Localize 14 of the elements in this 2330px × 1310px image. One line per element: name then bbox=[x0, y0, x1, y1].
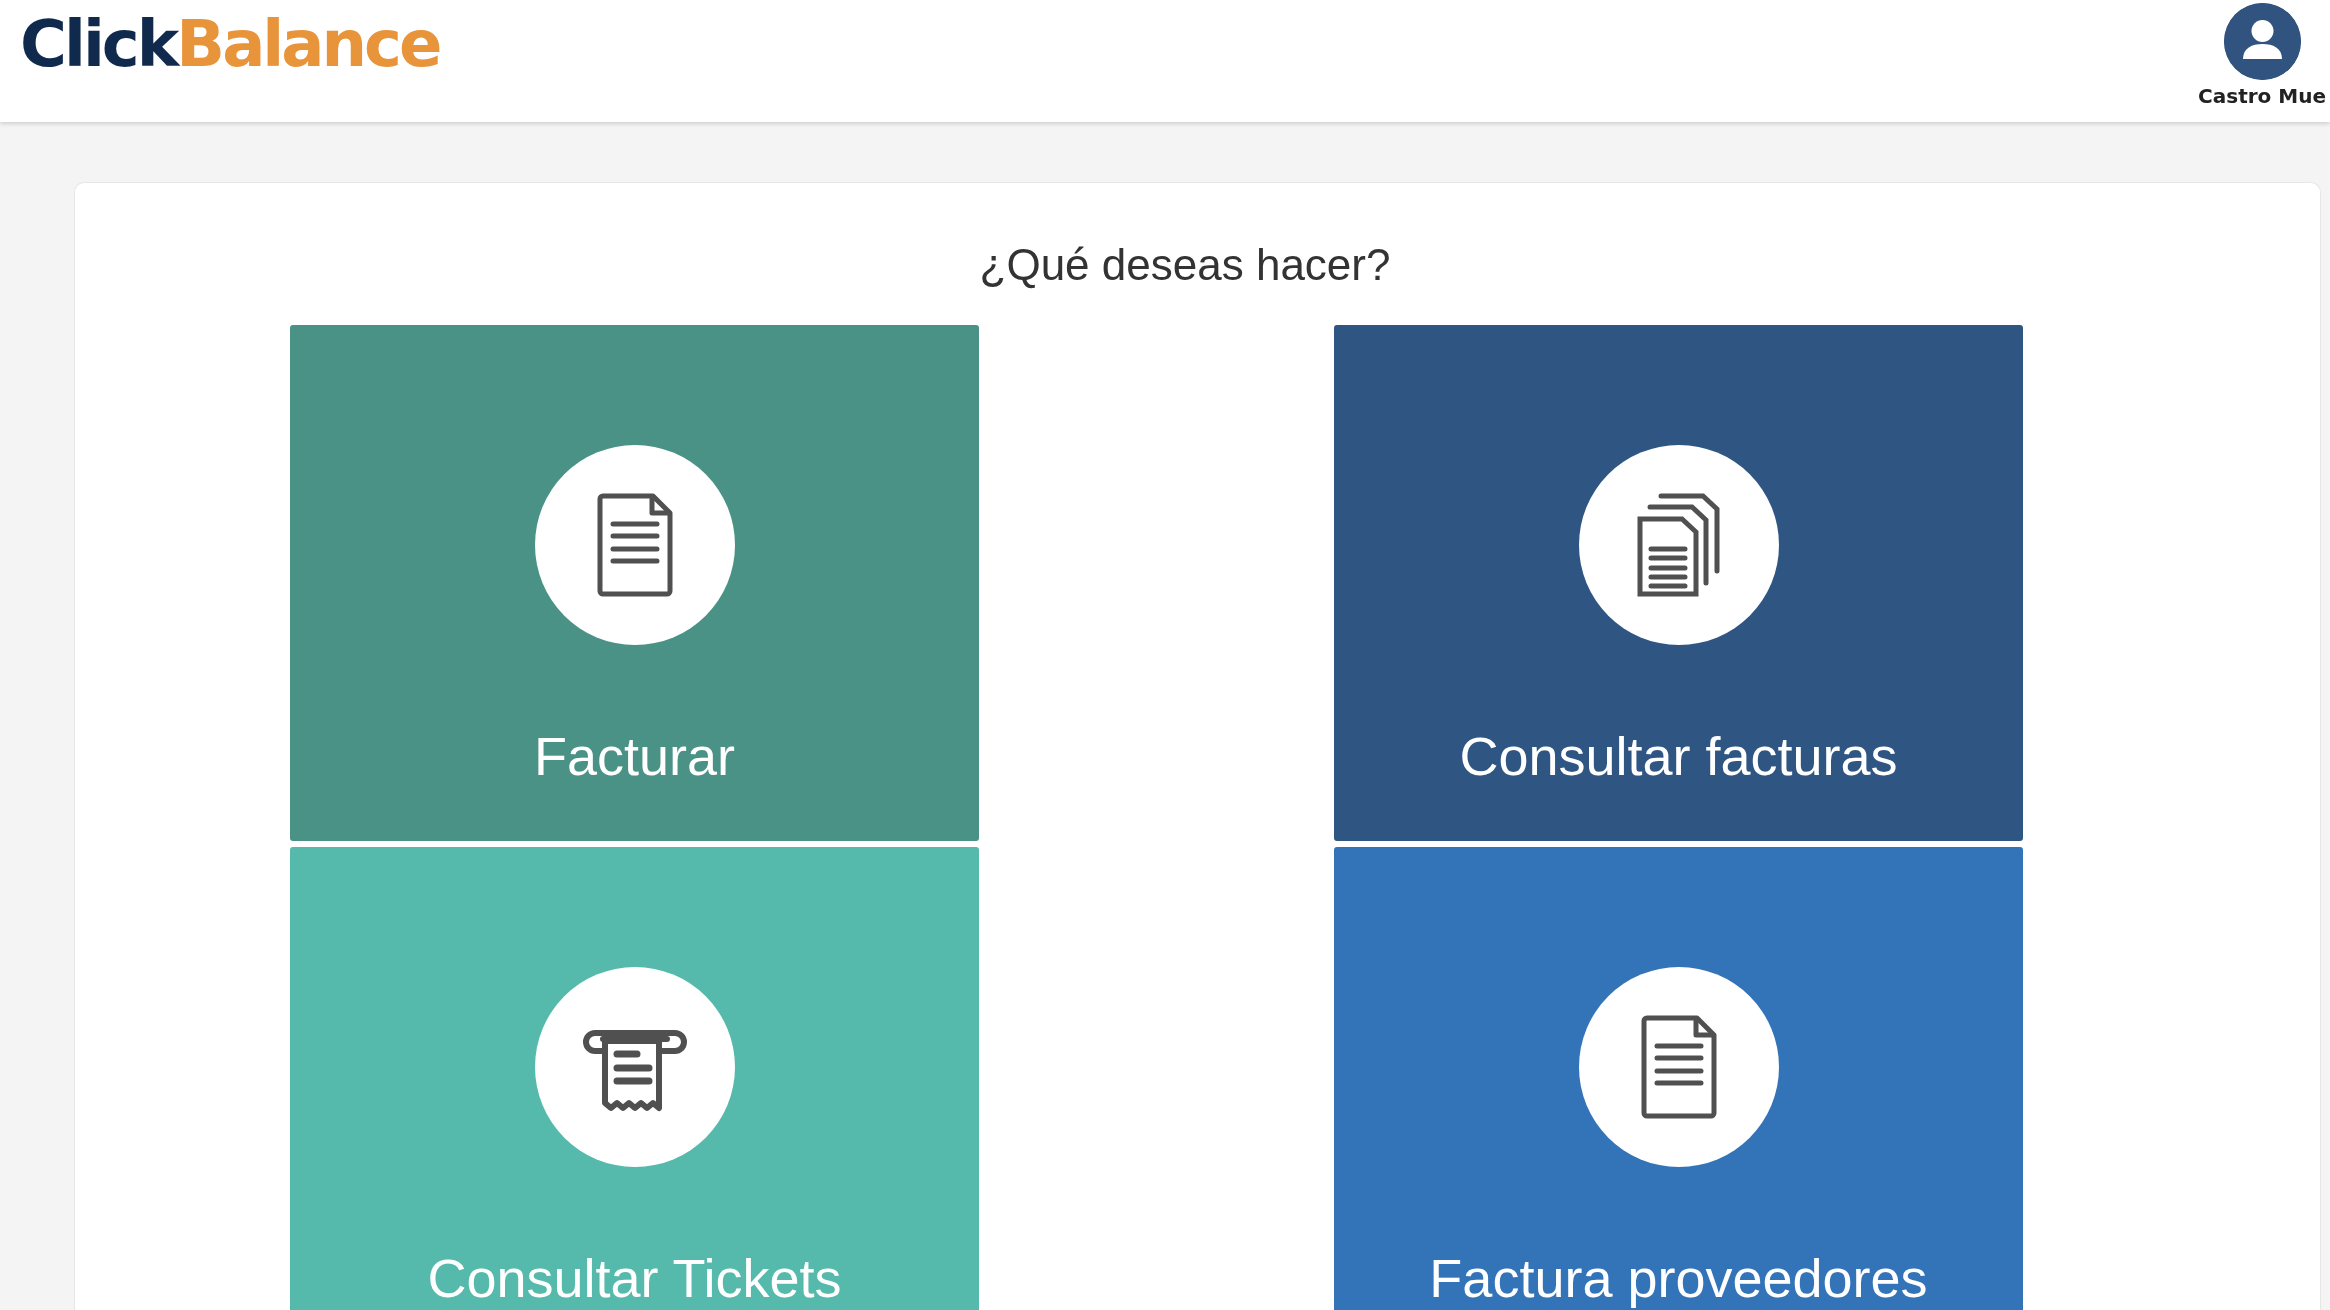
action-tile[interactable]: Factura proveedores bbox=[1334, 847, 2023, 1310]
user-avatar-icon[interactable] bbox=[2223, 3, 2301, 80]
action-tile[interactable]: Facturar bbox=[290, 325, 979, 841]
user-name: Castro Mue bbox=[2198, 84, 2326, 108]
tile-label: Consultar facturas bbox=[1459, 725, 1898, 787]
documents-icon bbox=[1636, 493, 1721, 597]
document-icon bbox=[596, 493, 673, 597]
brand-logo: ClickBalance bbox=[20, 6, 440, 82]
tile-label: Consultar Tickets bbox=[427, 1247, 842, 1309]
action-tile[interactable]: Consultar facturas bbox=[1334, 325, 2023, 841]
tile-label: Facturar bbox=[533, 725, 736, 787]
document-icon bbox=[1640, 1015, 1717, 1119]
panel-title: ¿Qué deseas hacer? bbox=[978, 239, 1392, 291]
tile-label: Factura proveedores bbox=[1429, 1247, 1928, 1309]
